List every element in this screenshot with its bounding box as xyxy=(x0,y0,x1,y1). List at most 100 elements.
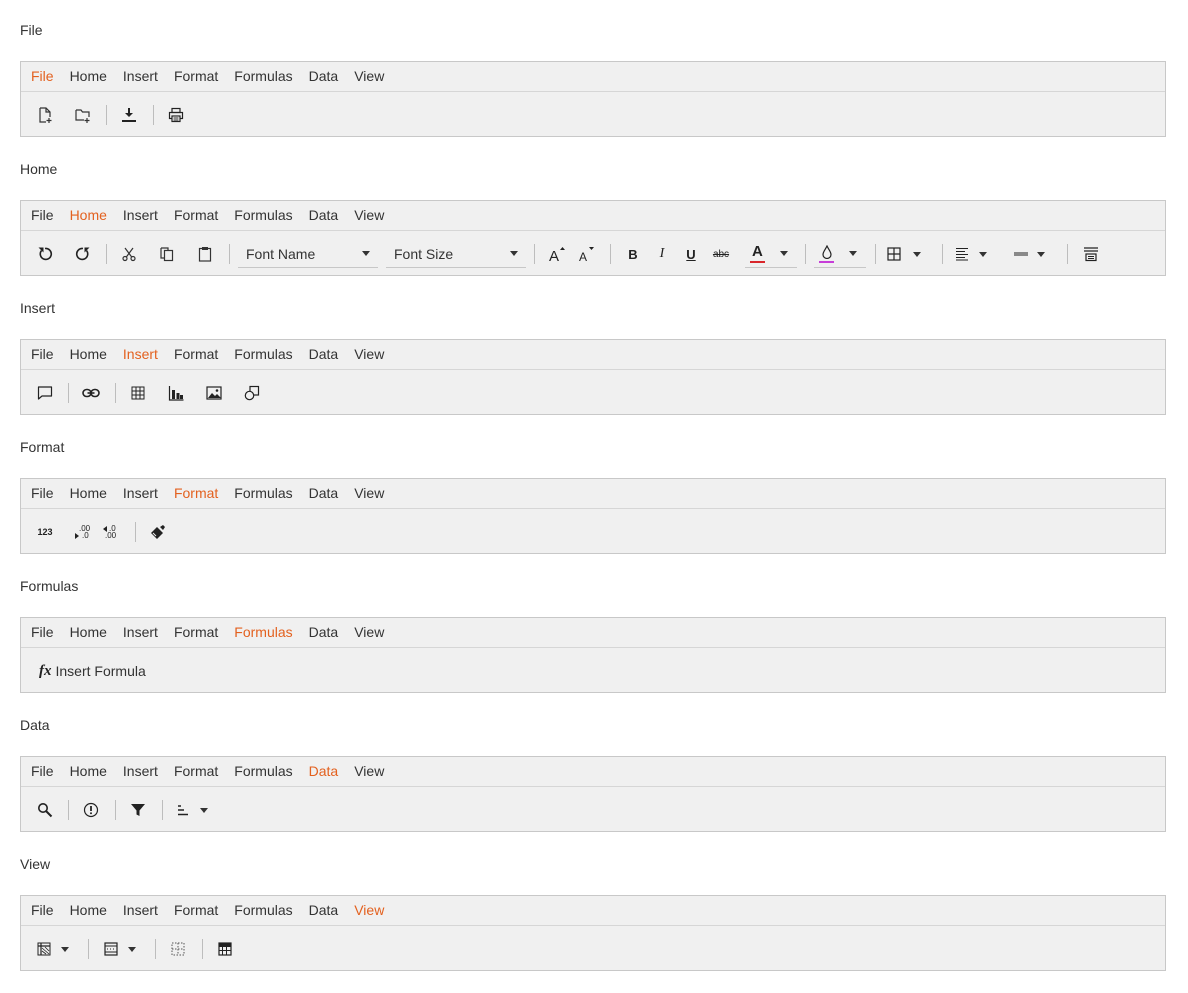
tab-file[interactable]: File xyxy=(31,479,54,508)
tab-view[interactable]: View xyxy=(354,757,384,786)
tab-format[interactable]: Format xyxy=(174,340,218,369)
tab-view[interactable]: View xyxy=(354,62,384,91)
increase-decimal-button[interactable]: .00 .0 xyxy=(71,509,95,555)
tab-format[interactable]: Format xyxy=(174,757,218,786)
filter-button[interactable] xyxy=(128,787,148,833)
underline-button[interactable]: U xyxy=(681,231,701,277)
decrease-font-size-button[interactable]: A xyxy=(577,231,597,277)
open-file-button[interactable] xyxy=(73,92,93,138)
insert-table-button[interactable] xyxy=(128,370,148,416)
tab-formulas[interactable]: Formulas xyxy=(234,62,292,91)
tab-file[interactable]: File xyxy=(31,757,54,786)
strikethrough-button[interactable]: abc xyxy=(709,231,733,277)
tab-data[interactable]: Data xyxy=(309,479,339,508)
tab-insert[interactable]: Insert xyxy=(123,896,158,925)
save-button[interactable] xyxy=(119,92,139,138)
data-validation-button[interactable] xyxy=(81,787,101,833)
hide-show-dropdown[interactable] xyxy=(104,926,144,972)
comment-button[interactable] xyxy=(35,370,55,416)
tab-data[interactable]: Data xyxy=(309,618,339,647)
tab-view[interactable]: View xyxy=(354,201,384,230)
tab-file[interactable]: File xyxy=(31,62,54,91)
search-button[interactable] xyxy=(35,787,55,833)
ribbon-tabs: File Home Insert Format Formulas Data Vi… xyxy=(21,62,1165,92)
tab-data[interactable]: Data xyxy=(309,340,339,369)
hyperlink-button[interactable] xyxy=(81,370,101,416)
tab-file[interactable]: File xyxy=(31,896,54,925)
horizontal-align-dropdown[interactable] xyxy=(955,231,995,277)
font-color-picker[interactable]: A xyxy=(745,240,797,268)
tab-data[interactable]: Data xyxy=(309,201,339,230)
tab-formulas[interactable]: Formulas xyxy=(234,896,292,925)
wrap-text-button[interactable] xyxy=(1081,231,1101,277)
vertical-align-dropdown[interactable] xyxy=(1013,231,1053,277)
font-size-dropdown[interactable]: Font Size xyxy=(386,240,526,268)
tab-insert[interactable]: Insert xyxy=(123,757,158,786)
insert-formula-button[interactable]: fx Insert Formula xyxy=(39,648,179,694)
tab-file[interactable]: File xyxy=(31,340,54,369)
tab-formulas[interactable]: Formulas xyxy=(234,201,292,230)
clear-format-button[interactable] xyxy=(148,509,168,555)
tab-file[interactable]: File xyxy=(31,201,54,230)
insert-chart-button[interactable] xyxy=(166,370,186,416)
headers-button[interactable] xyxy=(215,926,235,972)
number-format-button[interactable]: 123 xyxy=(33,509,57,555)
tab-view[interactable]: View xyxy=(354,340,384,369)
sort-dropdown[interactable] xyxy=(176,787,216,833)
insert-image-button[interactable] xyxy=(204,370,224,416)
tab-formulas[interactable]: Formulas xyxy=(234,479,292,508)
new-file-icon xyxy=(39,107,52,123)
tab-data[interactable]: Data xyxy=(309,62,339,91)
tab-home[interactable]: Home xyxy=(70,896,107,925)
print-icon xyxy=(168,107,184,123)
tab-view[interactable]: View xyxy=(354,618,384,647)
redo-button[interactable] xyxy=(73,231,93,277)
tab-format[interactable]: Format xyxy=(174,62,218,91)
gridlines-button[interactable] xyxy=(168,926,188,972)
cut-button[interactable] xyxy=(119,231,139,277)
tab-insert[interactable]: Insert xyxy=(123,618,158,647)
paste-button[interactable] xyxy=(195,231,215,277)
tab-home[interactable]: Home xyxy=(70,618,107,647)
tab-home[interactable]: Home xyxy=(70,757,107,786)
decrease-decimal-button[interactable]: .0 .00 xyxy=(99,509,123,555)
insert-shapes-button[interactable] xyxy=(242,370,262,416)
tab-home[interactable]: Home xyxy=(70,62,107,91)
tab-data[interactable]: Data xyxy=(309,757,339,786)
bold-button[interactable]: B xyxy=(623,231,643,277)
tab-home[interactable]: Home xyxy=(70,479,107,508)
new-file-button[interactable] xyxy=(35,92,55,138)
tab-formulas[interactable]: Formulas xyxy=(234,757,292,786)
tab-view[interactable]: View xyxy=(354,479,384,508)
borders-dropdown[interactable] xyxy=(887,231,927,277)
freeze-panes-icon xyxy=(37,942,51,956)
increase-font-size-button[interactable]: A xyxy=(547,231,567,277)
tab-formulas[interactable]: Formulas xyxy=(234,618,292,647)
tab-insert[interactable]: Insert xyxy=(123,62,158,91)
print-button[interactable] xyxy=(166,92,186,138)
tab-format[interactable]: Format xyxy=(174,479,218,508)
tab-file[interactable]: File xyxy=(31,618,54,647)
tab-insert[interactable]: Insert xyxy=(123,340,158,369)
paint-brush-icon xyxy=(151,525,165,539)
tab-home[interactable]: Home xyxy=(70,340,107,369)
decrease-decimal-icon: .0 .00 xyxy=(103,524,119,540)
tab-data[interactable]: Data xyxy=(309,896,339,925)
separator xyxy=(135,522,136,542)
copy-button[interactable] xyxy=(157,231,177,277)
tab-insert[interactable]: Insert xyxy=(123,201,158,230)
tab-format[interactable]: Format xyxy=(174,201,218,230)
italic-button[interactable]: I xyxy=(652,231,672,277)
wrap-text-icon xyxy=(1084,247,1098,262)
tab-format[interactable]: Format xyxy=(174,896,218,925)
borders-icon xyxy=(887,247,901,261)
tab-insert[interactable]: Insert xyxy=(123,479,158,508)
freeze-panes-dropdown[interactable] xyxy=(37,926,77,972)
undo-button[interactable] xyxy=(35,231,55,277)
fill-color-picker[interactable] xyxy=(814,240,866,268)
tab-view[interactable]: View xyxy=(354,896,384,925)
tab-formulas[interactable]: Formulas xyxy=(234,340,292,369)
tab-home[interactable]: Home xyxy=(70,201,107,230)
font-name-dropdown[interactable]: Font Name xyxy=(238,240,378,268)
tab-format[interactable]: Format xyxy=(174,618,218,647)
